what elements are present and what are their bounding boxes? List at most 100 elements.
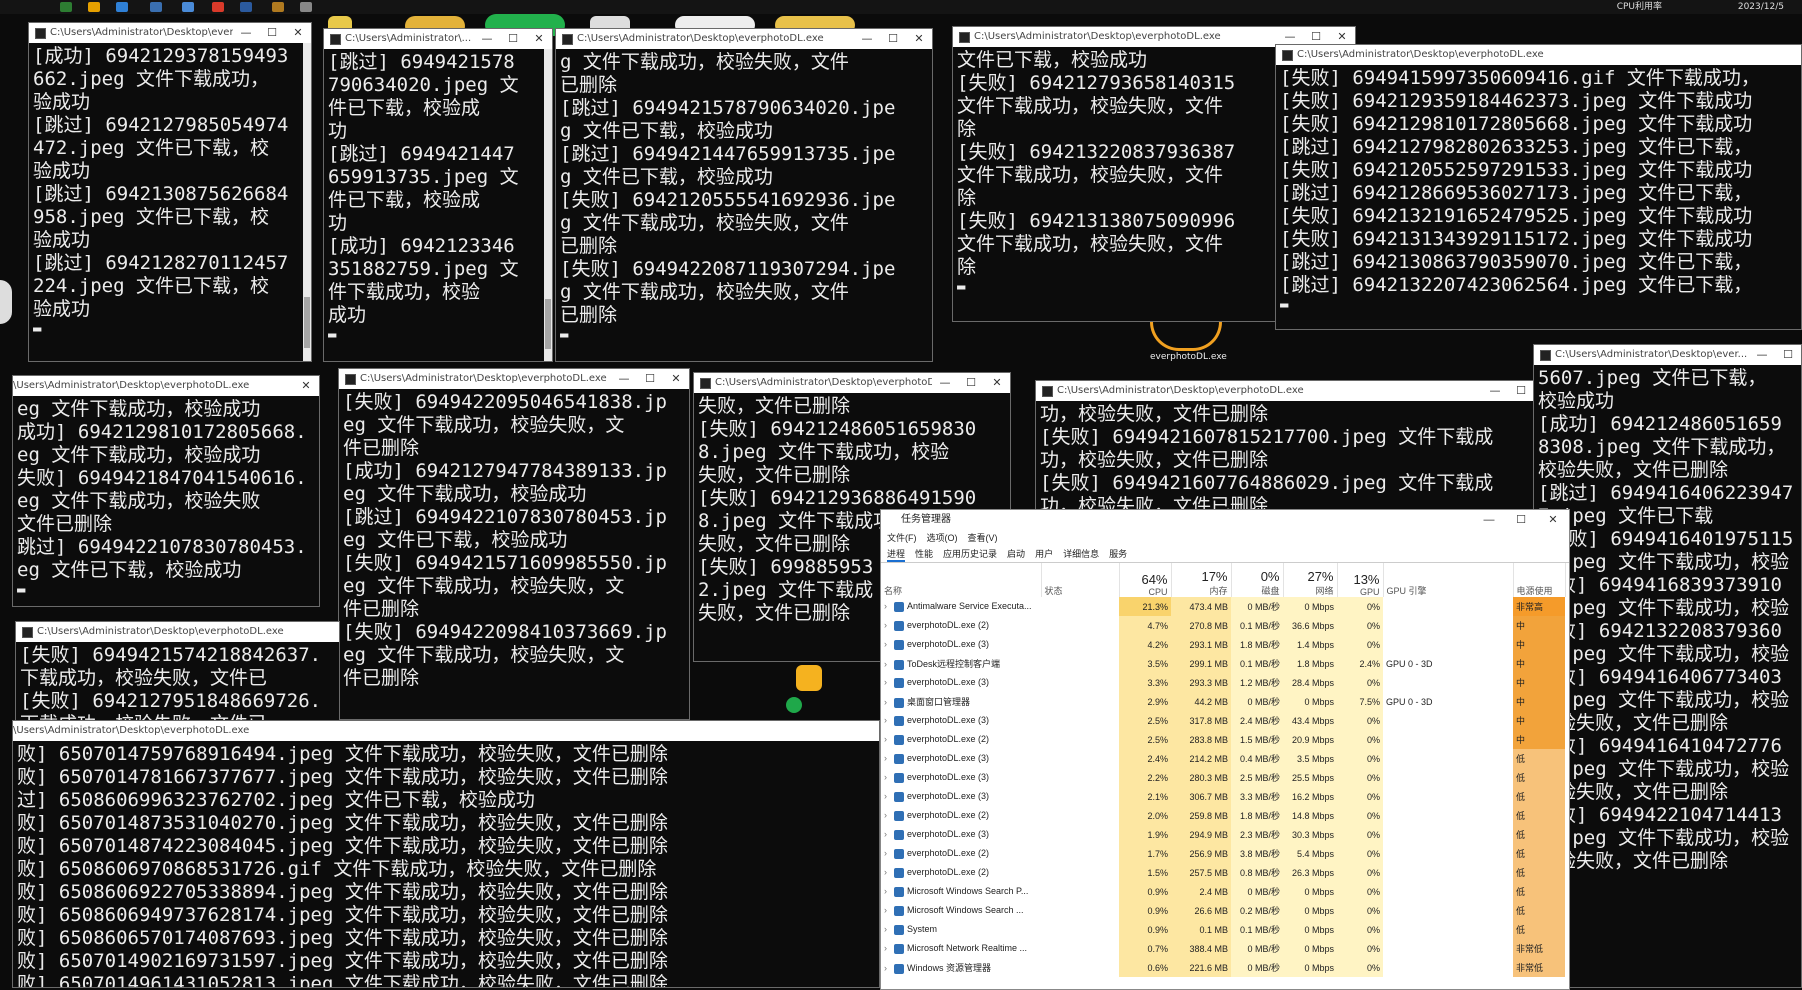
window-titlebar[interactable]: 任务管理器 — ☐ ✕ bbox=[881, 510, 1569, 530]
column-header-disk[interactable]: 0% 磁盘 bbox=[1231, 563, 1284, 597]
expand-chevron-icon[interactable]: › bbox=[884, 677, 894, 687]
menu-file[interactable]: 文件(F) bbox=[887, 530, 917, 546]
process-row[interactable]: › Microsoft Windows Search P... 0.9% 2.4 MB… bbox=[881, 882, 1565, 901]
process-row[interactable]: › System 0.9% 0.1 MB 0.1 MB/秒 0 Mbps 0% 低 bbox=[881, 920, 1565, 939]
expand-chevron-icon[interactable]: › bbox=[884, 867, 894, 877]
maximize-icon[interactable]: ☐ bbox=[1505, 510, 1537, 530]
process-row[interactable]: › 桌面窗口管理器 2.9% 44.2 MB 0 MB/秒 0 Mbps 7.5% GPU 0… bbox=[881, 692, 1565, 711]
maximize-icon[interactable]: ☐ bbox=[259, 23, 285, 43]
process-row[interactable]: › ToDesk远程控制客户端 3.5% 299.1 MB 0.1 MB/秒 1.8 Mb… bbox=[881, 654, 1565, 673]
minimize-icon[interactable]: — bbox=[1749, 345, 1775, 365]
close-icon[interactable]: ✕ bbox=[984, 373, 1010, 393]
maximize-icon[interactable]: ☐ bbox=[637, 369, 663, 389]
window-titlebar[interactable]: C:\Users\Administrator\Desktop\everphoto… bbox=[556, 29, 932, 49]
process-row[interactable]: › Antimalware Service Executa... 21.3% 473.… bbox=[881, 597, 1565, 616]
expand-chevron-icon[interactable]: › bbox=[884, 810, 894, 820]
minimize-icon[interactable]: — bbox=[611, 369, 637, 389]
tab-details[interactable]: 详细信息 bbox=[1063, 546, 1099, 562]
vertical-scrollbar[interactable] bbox=[544, 49, 552, 361]
app-icon[interactable] bbox=[300, 2, 312, 12]
window-titlebar[interactable]: C:\Users\Administrator\Desktop\everphoto… bbox=[694, 373, 1010, 393]
column-header-name[interactable]: 名称 bbox=[881, 563, 1042, 597]
close-icon[interactable]: ✕ bbox=[293, 376, 319, 396]
console-window[interactable]: C:\Users\Administrator\Desktop\ever... —… bbox=[1533, 344, 1802, 988]
app-icon[interactable] bbox=[182, 2, 194, 12]
expand-chevron-icon[interactable]: › bbox=[884, 963, 894, 973]
console-window[interactable]: \Users\Administrator\Desktop\everphotoDL… bbox=[12, 375, 320, 607]
process-row[interactable]: › everphotoDL.exe (3) 2.2% 280.3 MB 2.5 MB/秒… bbox=[881, 768, 1565, 787]
task-manager-window[interactable]: 任务管理器 — ☐ ✕ 文件(F) 选项(O) 查看(V) 进程 性能 应用历史记录… bbox=[880, 509, 1570, 990]
expand-chevron-icon[interactable]: › bbox=[884, 848, 894, 858]
window-titlebar[interactable]: C:\Users\Administrator\Desktop\ever... —… bbox=[1534, 345, 1801, 365]
app-icon[interactable] bbox=[272, 2, 284, 12]
process-row[interactable]: › everphotoDL.exe (3) 2.5% 317.8 MB 2.4 MB/秒… bbox=[881, 711, 1565, 730]
column-header-network[interactable]: 27% 网络 bbox=[1283, 563, 1338, 597]
expand-chevron-icon[interactable]: › bbox=[884, 886, 894, 896]
window-titlebar[interactable]: \Users\Administrator\Desktop\everphotoDL… bbox=[13, 376, 319, 396]
tab-performance[interactable]: 性能 bbox=[915, 546, 933, 562]
process-row[interactable]: › everphotoDL.exe (2) 2.0% 259.8 MB 1.8 MB/秒… bbox=[881, 806, 1565, 825]
menu-options[interactable]: 选项(O) bbox=[927, 530, 958, 546]
app-icon[interactable] bbox=[60, 2, 72, 12]
expand-chevron-icon[interactable]: › bbox=[884, 924, 894, 934]
minimize-icon[interactable]: — bbox=[1473, 510, 1505, 530]
menu-view[interactable]: 查看(V) bbox=[968, 530, 998, 546]
process-row[interactable]: › everphotoDL.exe (2) 1.5% 257.5 MB 0.8 MB/秒… bbox=[881, 863, 1565, 882]
side-handle-icon[interactable] bbox=[0, 280, 12, 324]
expand-chevron-icon[interactable]: › bbox=[884, 829, 894, 839]
tab-processes[interactable]: 进程 bbox=[887, 546, 906, 562]
column-header-cpu[interactable]: 64% CPU bbox=[1119, 563, 1172, 597]
process-row[interactable]: › everphotoDL.exe (2) 4.7% 270.8 MB 0.1 MB/秒… bbox=[881, 616, 1565, 635]
console-window[interactable]: C:\Users\Administrator\Desktop\everphoto… bbox=[555, 28, 933, 362]
close-icon[interactable]: ✕ bbox=[906, 29, 932, 49]
app-icon[interactable] bbox=[150, 2, 162, 12]
console-window[interactable]: C:\Users\Administrator\Desktop\everph...… bbox=[28, 22, 312, 362]
console-window[interactable]: \Users\Administrator\Desktop\everphotoDL… bbox=[12, 720, 880, 988]
column-header-status[interactable]: 状态 bbox=[1041, 563, 1120, 597]
process-row[interactable]: › everphotoDL.exe (3) 3.3% 293.3 MB 1.2 MB/秒… bbox=[881, 673, 1565, 692]
process-row[interactable]: › Microsoft Network Realtime ... 0.7% 388.4… bbox=[881, 939, 1565, 958]
desktop-icon-label[interactable]: everphotoDL.exe bbox=[1150, 352, 1227, 362]
window-titlebar[interactable]: C:\Users\Administrator\Desktop\everphoto… bbox=[1036, 381, 1534, 401]
process-row[interactable]: › everphotoDL.exe (3) 2.1% 306.7 MB 3.3 MB/秒… bbox=[881, 787, 1565, 806]
expand-chevron-icon[interactable]: › bbox=[884, 620, 894, 630]
close-icon[interactable]: ✕ bbox=[663, 369, 689, 389]
folder-icon[interactable] bbox=[796, 665, 822, 691]
column-header-gpu[interactable]: 13% GPU bbox=[1337, 563, 1384, 597]
close-icon[interactable]: ✕ bbox=[1537, 510, 1569, 530]
console-window[interactable]: C:\Users\Administrator\... — ☐ ✕ [跳过] 6949… bbox=[323, 28, 553, 362]
minimize-icon[interactable]: — bbox=[854, 29, 880, 49]
column-header-gpu-engine[interactable]: GPU 引擎 bbox=[1383, 563, 1514, 597]
maximize-icon[interactable]: ☐ bbox=[880, 29, 906, 49]
expand-chevron-icon[interactable]: › bbox=[884, 791, 894, 801]
expand-chevron-icon[interactable]: › bbox=[884, 772, 894, 782]
expand-chevron-icon[interactable]: › bbox=[884, 905, 894, 915]
console-window[interactable]: C:\Users\Administrator\Desktop\everphoto… bbox=[15, 621, 340, 721]
console-window[interactable]: C:\Users\Administrator\Desktop\everphoto… bbox=[338, 368, 690, 720]
tab-services[interactable]: 服务 bbox=[1109, 546, 1127, 562]
close-icon[interactable]: ✕ bbox=[285, 23, 311, 43]
vertical-scrollbar[interactable] bbox=[303, 43, 311, 361]
process-row[interactable]: › everphotoDL.exe (2) 2.5% 283.8 MB 1.5 MB/秒… bbox=[881, 730, 1565, 749]
console-window[interactable]: C:\Users\Administrator\Desktop\everphoto… bbox=[1275, 44, 1802, 330]
expand-chevron-icon[interactable]: › bbox=[884, 659, 894, 669]
app-icon[interactable] bbox=[116, 2, 128, 12]
maximize-icon[interactable]: ☐ bbox=[1508, 381, 1534, 401]
close-icon[interactable]: ✕ bbox=[526, 29, 552, 49]
console-window[interactable]: C:\Users\Administrator\Desktop\everphoto… bbox=[1035, 380, 1535, 510]
maximize-icon[interactable]: ☐ bbox=[958, 373, 984, 393]
expand-chevron-icon[interactable]: › bbox=[884, 639, 894, 649]
process-row[interactable]: › everphotoDL.exe (3) 1.9% 294.9 MB 2.3 MB/秒… bbox=[881, 825, 1565, 844]
minimize-icon[interactable]: — bbox=[474, 29, 500, 49]
window-titlebar[interactable]: C:\Users\Administrator\Desktop\everph...… bbox=[29, 23, 311, 43]
scrollbar-thumb[interactable] bbox=[304, 297, 310, 349]
window-titlebar[interactable]: \Users\Administrator\Desktop\everphotoDL… bbox=[13, 721, 879, 741]
process-row[interactable]: › everphotoDL.exe (3) 4.2% 293.1 MB 1.8 MB/秒… bbox=[881, 635, 1565, 654]
everphoto-app-icon[interactable] bbox=[1150, 322, 1222, 351]
column-header-memory[interactable]: 17% 内存 bbox=[1171, 563, 1232, 597]
window-titlebar[interactable]: C:\Users\Administrator\Desktop\everphoto… bbox=[16, 622, 339, 642]
app-icon[interactable] bbox=[88, 2, 100, 12]
tab-users[interactable]: 用户 bbox=[1035, 546, 1053, 562]
process-row[interactable]: › Windows 资源管理器 0.6% 221.6 MB 0 MB/秒 0 Mbps 0%… bbox=[881, 958, 1565, 977]
minimize-icon[interactable]: — bbox=[1482, 381, 1508, 401]
